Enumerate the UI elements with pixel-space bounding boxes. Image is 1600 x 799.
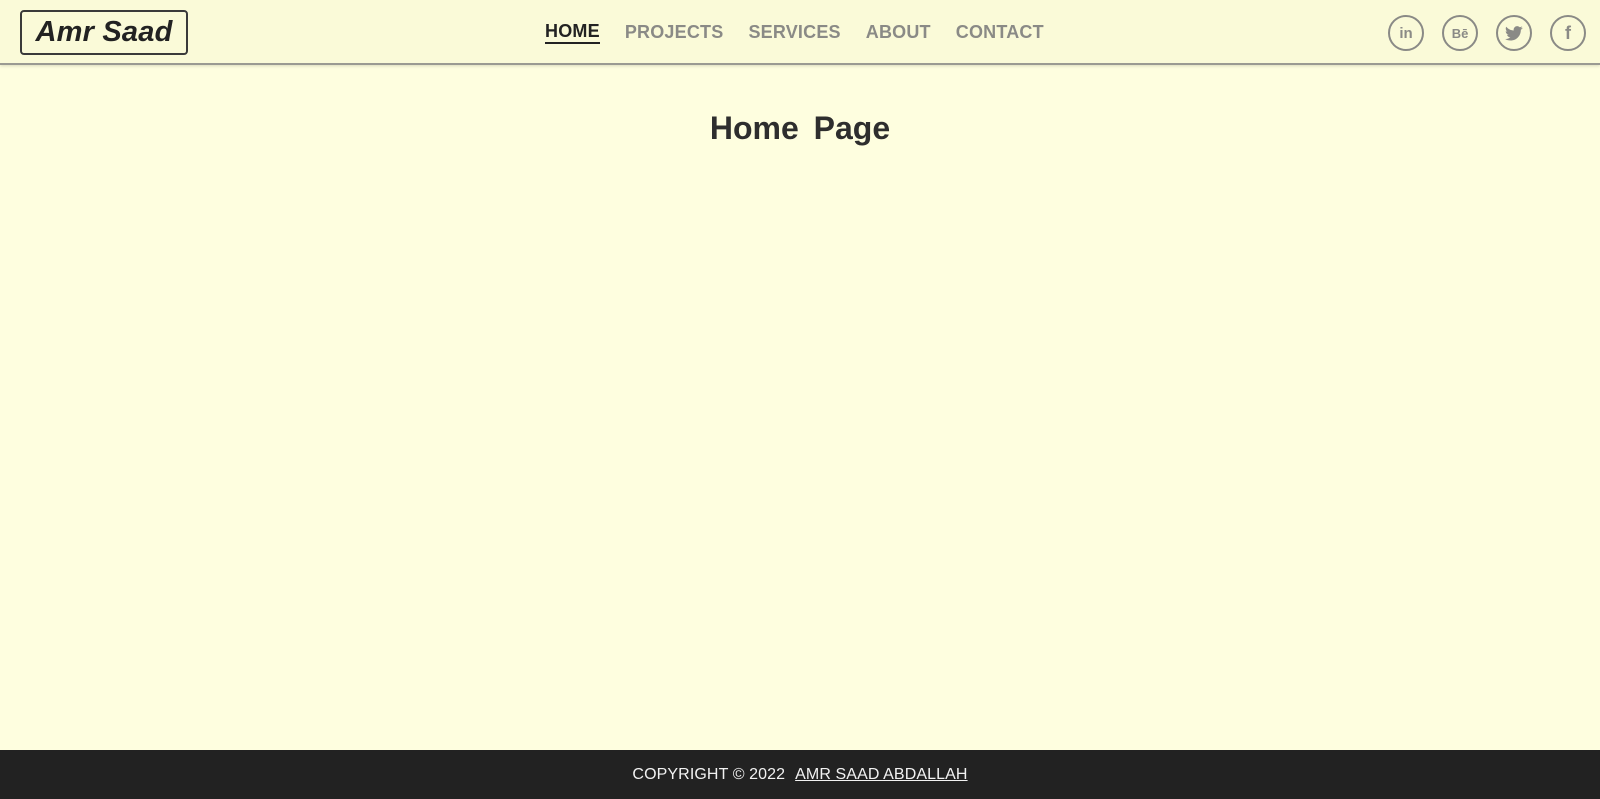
linkedin-icon[interactable]: in xyxy=(1388,15,1424,51)
nav-item-contact[interactable]: CONTACT xyxy=(956,20,1044,44)
twitter-icon[interactable] xyxy=(1496,15,1532,51)
behance-icon[interactable]: Bē xyxy=(1442,15,1478,51)
facebook-glyph: f xyxy=(1565,22,1571,43)
author-link[interactable]: AMR SAAD ABDALLAH xyxy=(795,766,967,784)
brand-logo[interactable]: Amr Saad xyxy=(20,10,188,55)
facebook-icon[interactable]: f xyxy=(1550,15,1586,51)
navbar: Amr Saad HOME PROJECTS SERVICES ABOUT CO… xyxy=(0,0,1600,65)
nav-item-home[interactable]: HOME xyxy=(545,20,600,44)
copyright-text: COPYRIGHT © 2022 xyxy=(632,765,786,783)
nav-item-about[interactable]: ABOUT xyxy=(866,20,931,44)
behance-glyph: Bē xyxy=(1451,25,1469,41)
nav-item-projects[interactable]: PROJECTS xyxy=(625,20,724,44)
social-links: in Bē f xyxy=(1370,15,1586,51)
main-nav: HOME PROJECTS SERVICES ABOUT CONTACT xyxy=(545,20,1069,44)
linkedin-glyph: in xyxy=(1399,24,1413,42)
twitter-bird-icon xyxy=(1505,25,1523,41)
nav-item-services[interactable]: SERVICES xyxy=(748,20,840,44)
footer: COPYRIGHT © 2022 AMR SAAD ABDALLAH xyxy=(0,750,1600,799)
page-title: Home Page xyxy=(709,110,891,146)
